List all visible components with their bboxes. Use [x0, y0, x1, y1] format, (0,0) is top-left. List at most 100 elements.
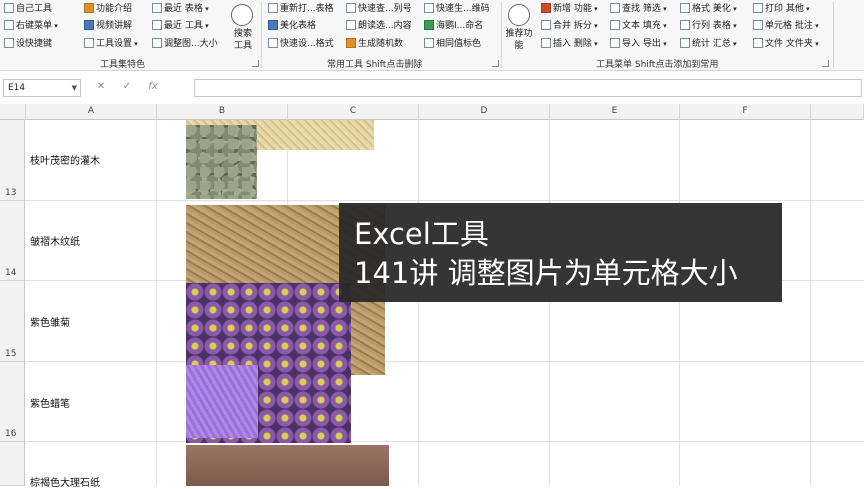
group-separator: [833, 2, 834, 68]
group-label-toolkit: 工具集特色: [100, 60, 146, 70]
dialog-launcher-icon[interactable]: [252, 60, 259, 67]
gridline: [549, 120, 550, 486]
find-filter-button[interactable]: 查找 筛选 ▾: [610, 3, 667, 15]
cancel-icon[interactable]: ✕: [88, 81, 114, 92]
formula-input[interactable]: [194, 79, 862, 97]
row-header[interactable]: 14: [0, 201, 25, 281]
user-icon[interactable]: [508, 4, 530, 26]
insert-function-icon[interactable]: fx: [140, 81, 166, 92]
select-all-corner[interactable]: [0, 104, 26, 120]
quick-find-column-button[interactable]: 快速查...列号: [346, 3, 412, 15]
column-header-b[interactable]: B: [157, 104, 288, 120]
row-header[interactable]: 16: [0, 362, 25, 442]
column-header-c[interactable]: C: [288, 104, 419, 120]
picture-icon: [152, 38, 162, 48]
beautify-table-button[interactable]: 美化表格: [268, 20, 316, 32]
dialog-launcher-icon[interactable]: [492, 60, 499, 67]
tools-icon: [4, 3, 14, 13]
stats-summary-button[interactable]: 统计 汇总 ▾: [680, 38, 737, 50]
tool-settings-button[interactable]: 工具设置 ▾: [84, 38, 138, 50]
merge-split-button[interactable]: 合并 拆分 ▾: [541, 20, 598, 32]
info-icon: [84, 3, 94, 13]
group-label-tool-menu: 工具菜单 Shift点击添加到常用: [596, 60, 719, 70]
new-icon: [541, 3, 551, 13]
folder-icon: [753, 38, 763, 48]
search-icon[interactable]: [231, 4, 253, 26]
recent-tools-button[interactable]: 最近 工具 ▾: [152, 20, 209, 32]
brown-marble-image[interactable]: [186, 445, 389, 486]
menu-icon: [4, 20, 14, 30]
cell-comment-button[interactable]: 单元格 批注 ▾: [753, 20, 819, 32]
gridline: [418, 120, 419, 486]
context-menu-button[interactable]: 右键菜单 ▾: [4, 20, 58, 32]
cell-a14[interactable]: 皱褶木纹纸: [30, 233, 80, 248]
column-header-e[interactable]: E: [550, 104, 680, 120]
text-fill-button[interactable]: 文本 填充 ▾: [610, 20, 667, 32]
purple-crayon-image[interactable]: [186, 365, 258, 438]
new-feature-button[interactable]: 新增 功能 ▾: [541, 3, 598, 15]
column-icon: [346, 3, 356, 13]
reopen-table-button[interactable]: 重新打...表格: [268, 3, 334, 15]
video-tutorial-button[interactable]: 视频讲解: [84, 20, 132, 32]
read-selection-button[interactable]: 朗读选...内容: [346, 20, 412, 32]
same-value-color-button[interactable]: 相同值标色: [424, 38, 481, 50]
column-header-a[interactable]: A: [26, 104, 157, 120]
import-export-button[interactable]: 导入 导出 ▾: [610, 38, 667, 50]
quick-format-button[interactable]: 快速设...格式: [268, 38, 334, 50]
shrub-texture-image[interactable]: [186, 125, 257, 199]
highlight-icon: [424, 38, 434, 48]
group-label-common-tools: 常用工具 Shift点击删除: [327, 60, 423, 70]
chevron-down-icon[interactable]: ▼: [72, 80, 77, 96]
find-icon: [610, 3, 620, 13]
qr-code-button[interactable]: 快速生...维码: [424, 3, 490, 15]
recent-tables-button[interactable]: 最近 表格 ▾: [152, 3, 209, 15]
group-separator: [501, 2, 502, 68]
text-icon: [610, 20, 620, 30]
table-icon: [680, 20, 690, 30]
row-header[interactable]: [0, 442, 25, 486]
column-header-d[interactable]: D: [419, 104, 550, 120]
group-separator: [261, 2, 262, 68]
dice-icon: [346, 38, 356, 48]
row-header[interactable]: 13: [0, 120, 25, 201]
cell-a17[interactable]: 棕褐色大理石纸: [30, 474, 100, 489]
insert-icon: [541, 38, 551, 48]
search-tools-label[interactable]: 搜索工具: [233, 28, 253, 52]
column-header-g[interactable]: [811, 104, 864, 120]
resize-picture-button[interactable]: 调整图...大小: [152, 38, 218, 50]
speaker-icon: [346, 20, 356, 30]
format-beautify-button[interactable]: 格式 美化 ▾: [680, 3, 737, 15]
caption-subtitle: 141讲 调整图片为单元格大小: [354, 256, 738, 290]
qr-code-icon: [424, 3, 434, 13]
cell-a15[interactable]: 紫色雏菊: [30, 314, 70, 329]
enter-icon[interactable]: ✓: [114, 81, 140, 92]
merge-icon: [541, 20, 551, 30]
my-tools-button[interactable]: 自己工具: [4, 3, 52, 15]
cell-a13[interactable]: 枝叶茂密的灌木: [30, 152, 100, 167]
cell-a16[interactable]: 紫色蜡笔: [30, 395, 70, 410]
batch-rename-button[interactable]: 海鹦I...命名: [424, 20, 483, 32]
random-number-button[interactable]: 生成随机数: [346, 38, 403, 50]
name-box[interactable]: E14 ▼: [3, 79, 81, 97]
formula-bar: E14 ▼ ✕ ✓ fx: [0, 78, 864, 100]
format-icon: [680, 3, 690, 13]
format-icon: [268, 38, 278, 48]
clock-icon: [152, 20, 162, 30]
formula-buttons: ✕ ✓ fx: [88, 81, 166, 92]
gridline: [679, 120, 680, 486]
recommend-features-label[interactable]: 推荐功能: [505, 28, 533, 52]
clock-icon: [152, 3, 162, 13]
shortcut-settings-button[interactable]: 设快捷键: [4, 38, 52, 50]
gridline: [810, 120, 811, 486]
print-other-button[interactable]: 打印 其他 ▾: [753, 3, 810, 15]
column-header-f[interactable]: F: [680, 104, 811, 120]
row-column-table-button[interactable]: 行列 表格 ▾: [680, 20, 737, 32]
file-folder-button[interactable]: 文件 文件夹 ▾: [753, 38, 819, 50]
reopen-icon: [268, 3, 278, 13]
dialog-launcher-icon[interactable]: [822, 60, 829, 67]
row-header[interactable]: 15: [0, 281, 25, 362]
insert-delete-button[interactable]: 插入 删除 ▾: [541, 38, 598, 50]
rename-icon: [424, 20, 434, 30]
feature-intro-button[interactable]: 功能介绍: [84, 3, 132, 15]
gridline: [25, 361, 864, 362]
